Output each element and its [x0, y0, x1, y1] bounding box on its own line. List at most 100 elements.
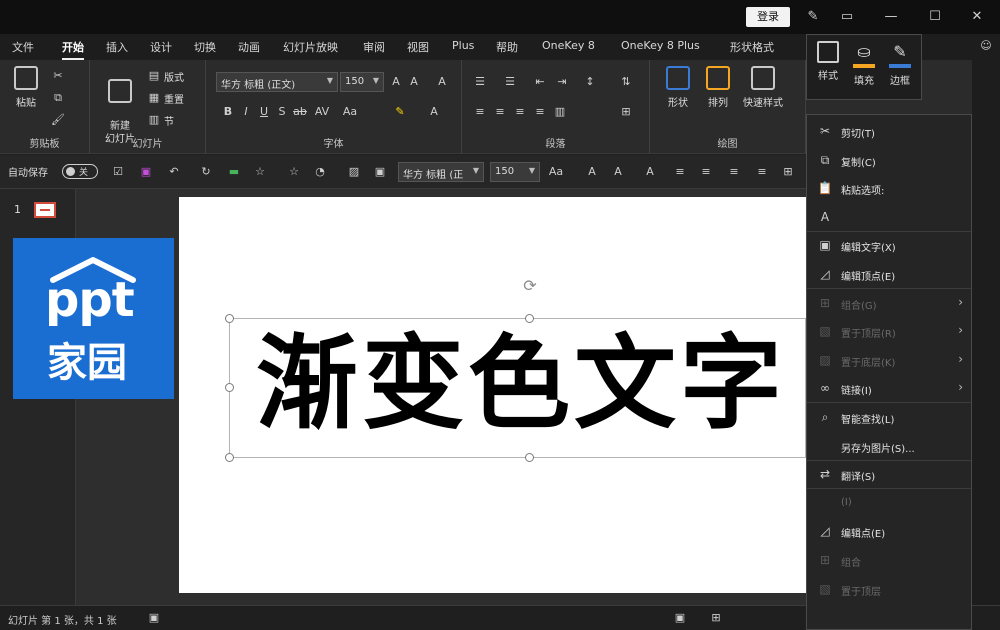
pen-icon[interactable]: ✎	[804, 8, 822, 26]
autosave-toggle[interactable]: 关	[62, 164, 98, 179]
layout-icon[interactable]: ▤	[146, 68, 162, 84]
context-menu-item[interactable]: ⌕ 智能查找(L)	[807, 403, 971, 431]
context-menu-item[interactable]: ⧉ 复制(C)	[807, 146, 971, 174]
font-family-select[interactable]: 华方 标粗 (正文) ▼	[216, 72, 338, 92]
checklist-icon[interactable]: ☑	[110, 164, 126, 180]
tab-transitions[interactable]: 切换	[194, 39, 216, 55]
comments-icon[interactable]: ☺	[978, 38, 994, 54]
tab-animations[interactable]: 动画	[238, 39, 260, 55]
paste-button[interactable]: 粘贴	[6, 66, 46, 109]
favorite-icon[interactable]: ☆	[286, 164, 302, 180]
normal-view-icon[interactable]: ▣	[672, 610, 688, 626]
text-direction-icon[interactable]: ⇅	[618, 74, 634, 90]
shapes-icon[interactable]: ◔	[312, 164, 328, 180]
context-menu-item[interactable]: A	[807, 203, 971, 231]
redo-icon[interactable]: ↻	[198, 164, 214, 180]
font-size-select[interactable]: 150 ▼	[340, 72, 384, 92]
bold-icon[interactable]: B	[220, 104, 236, 120]
bullets-icon[interactable]: ☰	[472, 74, 488, 90]
tab-insert[interactable]: 插入	[106, 39, 128, 55]
increase-font-icon[interactable]: A	[388, 74, 404, 90]
resize-handle-tl[interactable]	[225, 314, 234, 323]
ribbon-display-icon[interactable]: ▭	[838, 8, 856, 26]
star-icon[interactable]: ☆	[252, 164, 268, 180]
mini-border-button[interactable]: ✎ 边框	[883, 41, 917, 87]
context-menu-item[interactable]: ⇄ 翻译(S)	[807, 460, 971, 488]
justify-icon[interactable]: ≡	[754, 164, 770, 180]
italic-icon[interactable]: I	[238, 104, 254, 120]
section-label[interactable]: 节	[164, 113, 174, 128]
tab-plus[interactable]: Plus	[452, 39, 474, 52]
login-button[interactable]: 登录	[746, 7, 790, 27]
context-menu-item[interactable]: ▣ 编辑文字(X)	[807, 231, 971, 259]
tab-onekey8-plus[interactable]: OneKey 8 Plus	[621, 39, 700, 52]
scissors-icon[interactable]: ✂	[50, 68, 66, 84]
slide-title-text[interactable]: 渐变色文字	[256, 325, 786, 445]
context-menu-item[interactable]: ✂ 剪切(T)	[807, 117, 971, 145]
new-slide-button[interactable]: 新建 幻灯片	[98, 66, 142, 146]
copy-icon[interactable]: ⧉	[50, 90, 66, 106]
align-text-icon[interactable]: ⊞	[618, 104, 634, 120]
tab-home[interactable]: 开始	[62, 39, 84, 60]
align-center-icon[interactable]: ≡	[492, 104, 508, 120]
format-painter-icon[interactable]: 🖌	[50, 112, 66, 128]
justify-icon[interactable]: ≡	[532, 104, 548, 120]
qat-font-size-select[interactable]: 150 ▼	[490, 162, 540, 182]
resize-handle-bl[interactable]	[225, 453, 234, 462]
section-icon[interactable]: ▥	[146, 112, 162, 128]
slide-sorter-icon[interactable]: ⊞	[708, 610, 724, 626]
resize-handle-left[interactable]	[225, 383, 234, 392]
accessibility-icon[interactable]: ▣	[146, 610, 162, 626]
align-left-icon[interactable]: ≡	[472, 104, 488, 120]
shape-button[interactable]: 形状	[658, 66, 698, 109]
undo-icon[interactable]: ↶	[166, 164, 182, 180]
change-case-icon[interactable]: Aa	[342, 104, 358, 120]
align-left-icon[interactable]: ≡	[672, 164, 688, 180]
minimize-icon[interactable]: —	[882, 8, 900, 26]
reset-label[interactable]: 重置	[164, 91, 184, 106]
save-icon[interactable]: ▣	[138, 164, 154, 180]
context-menu-item[interactable]: ◿ 编辑点(E)	[807, 517, 971, 545]
rotate-handle[interactable]: ⟳	[520, 276, 540, 296]
underline-icon[interactable]: U	[256, 104, 272, 120]
tab-review[interactable]: 审阅	[363, 39, 385, 55]
arrange-button[interactable]: 排列	[698, 66, 738, 109]
shadow-icon[interactable]: S	[274, 104, 290, 120]
resize-handle-bottom[interactable]	[525, 453, 534, 462]
context-menu-item[interactable]: ◿ 编辑顶点(E)	[807, 260, 971, 288]
clear-format-icon[interactable]: A	[434, 74, 450, 90]
mini-style-button[interactable]: 样式	[811, 41, 845, 82]
resize-handle-top[interactable]	[525, 314, 534, 323]
char-spacing-icon[interactable]: AV	[314, 104, 330, 120]
tab-design[interactable]: 设计	[150, 39, 172, 55]
decrease-indent-icon[interactable]: ⇤	[532, 74, 548, 90]
font-color-icon[interactable]: A	[642, 164, 658, 180]
align-right-icon[interactable]: ≡	[726, 164, 742, 180]
reset-icon[interactable]: ▦	[146, 90, 162, 106]
decrease-font-icon[interactable]: A	[610, 164, 626, 180]
highlight-icon[interactable]: ✎	[392, 104, 408, 120]
align-right-icon[interactable]: ≡	[512, 104, 528, 120]
columns-icon[interactable]: ▥	[552, 104, 568, 120]
slide-thumbnail[interactable]	[34, 202, 56, 218]
increase-indent-icon[interactable]: ⇥	[554, 74, 570, 90]
change-case-icon[interactable]: Aa	[548, 164, 564, 180]
close-icon[interactable]: ✕	[968, 8, 986, 26]
tab-slideshow[interactable]: 幻灯片放映	[283, 39, 338, 55]
font-color-icon[interactable]: A	[426, 104, 442, 120]
context-menu-item[interactable]: ∞ 链接(I) ›	[807, 374, 971, 402]
line-spacing-icon[interactable]: ↕	[582, 74, 598, 90]
tab-help[interactable]: 帮助	[496, 39, 518, 55]
tab-onekey8[interactable]: OneKey 8	[542, 39, 595, 52]
layout-label[interactable]: 版式	[164, 69, 184, 84]
context-menu-item[interactable]: 📋 粘贴选项:	[807, 174, 971, 202]
maximize-icon[interactable]: ☐	[926, 8, 944, 26]
frame-icon[interactable]: ▣	[372, 164, 388, 180]
tab-view[interactable]: 视图	[407, 39, 429, 55]
decrease-font-icon[interactable]: A	[406, 74, 422, 90]
align-center-icon[interactable]: ≡	[698, 164, 714, 180]
context-menu-item[interactable]: 另存为图片(S)...	[807, 432, 971, 460]
picture-icon[interactable]: ▨	[346, 164, 362, 180]
numbering-icon[interactable]: ☰	[502, 74, 518, 90]
strikethrough-icon[interactable]: ab	[292, 104, 308, 120]
